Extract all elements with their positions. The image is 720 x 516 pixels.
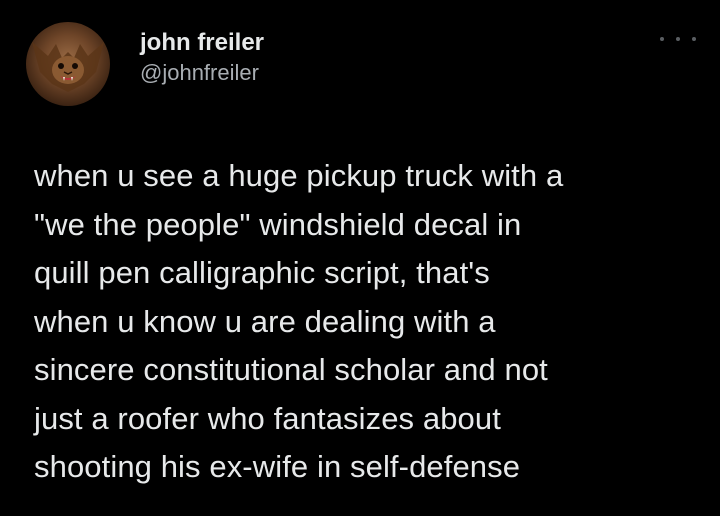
tweet-text-line: when u know u are dealing with a <box>34 303 496 339</box>
tweet-header: john freiler @johnfreiler <box>26 22 696 108</box>
more-dot <box>676 37 680 41</box>
more-dot <box>692 37 696 41</box>
tweet-text-line: "we the people" windshield decal in <box>34 206 522 242</box>
bat-avatar-icon[interactable] <box>26 22 110 106</box>
tweet-text-line: quill pen calligraphic script, that's <box>34 255 490 290</box>
tweet-text: when u see a huge pickup truck with a "w… <box>34 152 704 492</box>
tweet-text-line: shooting his ex-wife in self-defense <box>34 449 521 484</box>
tweet-text-line: sincere constitutional scholar and not <box>34 352 548 387</box>
more-options-icon[interactable] <box>660 32 696 46</box>
tweet-text-line: when u see a huge pickup truck with a <box>34 158 564 193</box>
tweet-card: john freiler @johnfreiler when u see a h… <box>0 0 720 516</box>
more-dot <box>660 37 664 41</box>
tweet-text-line: just a roofer who fantasizes about <box>34 400 501 436</box>
author-handle[interactable]: @johnfreiler <box>140 58 264 88</box>
author-display-name[interactable]: john freiler <box>140 28 264 58</box>
author-names: john freiler @johnfreiler <box>140 28 264 88</box>
